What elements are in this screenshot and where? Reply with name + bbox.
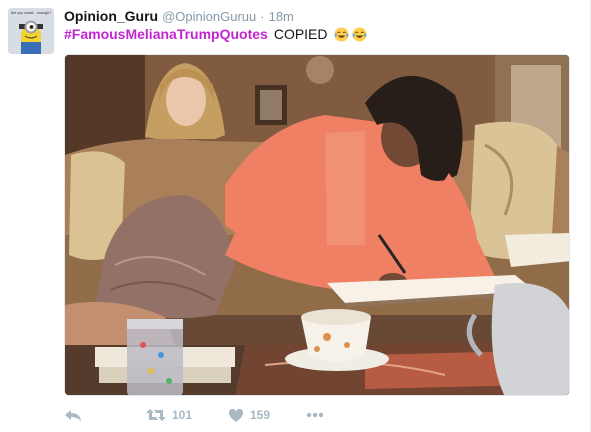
retweet-button[interactable]: 101 (146, 404, 192, 426)
reply-icon (65, 410, 81, 421)
retweet-icon (146, 409, 166, 421)
tweet-text: #FamousMelianaTrumpQuotes COPIED (64, 25, 367, 43)
like-button[interactable]: 159 (228, 404, 270, 426)
like-count: 159 (250, 408, 271, 422)
user-handle[interactable]: @OpinionGuruu (162, 9, 256, 24)
tweet-header: Opinion_Guru @OpinionGuruu · 18m (64, 8, 294, 26)
tweet-photo[interactable] (64, 54, 570, 396)
heart-icon (229, 408, 243, 422)
retweet-count: 101 (172, 408, 193, 422)
face-with-tears-of-joy-icon (351, 26, 367, 42)
minion-avatar-image: Are you smart... enough? (8, 8, 54, 54)
reply-button[interactable] (64, 404, 82, 426)
tweet-message: COPIED (273, 26, 328, 42)
photo-scene (65, 55, 569, 395)
tweet-actions: 101 159 (64, 404, 364, 426)
display-name[interactable]: Opinion_Guru (64, 8, 158, 24)
timestamp[interactable]: 18m (269, 9, 294, 24)
separator-dot: · (260, 9, 265, 24)
hashtag-link[interactable]: #FamousMelianaTrumpQuotes (64, 25, 268, 43)
more-options-button[interactable] (306, 404, 324, 426)
avatar-caption: Are you smart... enough? (11, 11, 51, 15)
face-with-tears-of-joy-icon (333, 26, 349, 42)
more-dots-icon (306, 412, 324, 418)
tweet[interactable]: Are you smart... enough? Opinion_Guru @O… (0, 0, 591, 432)
avatar[interactable]: Are you smart... enough? (8, 8, 54, 54)
